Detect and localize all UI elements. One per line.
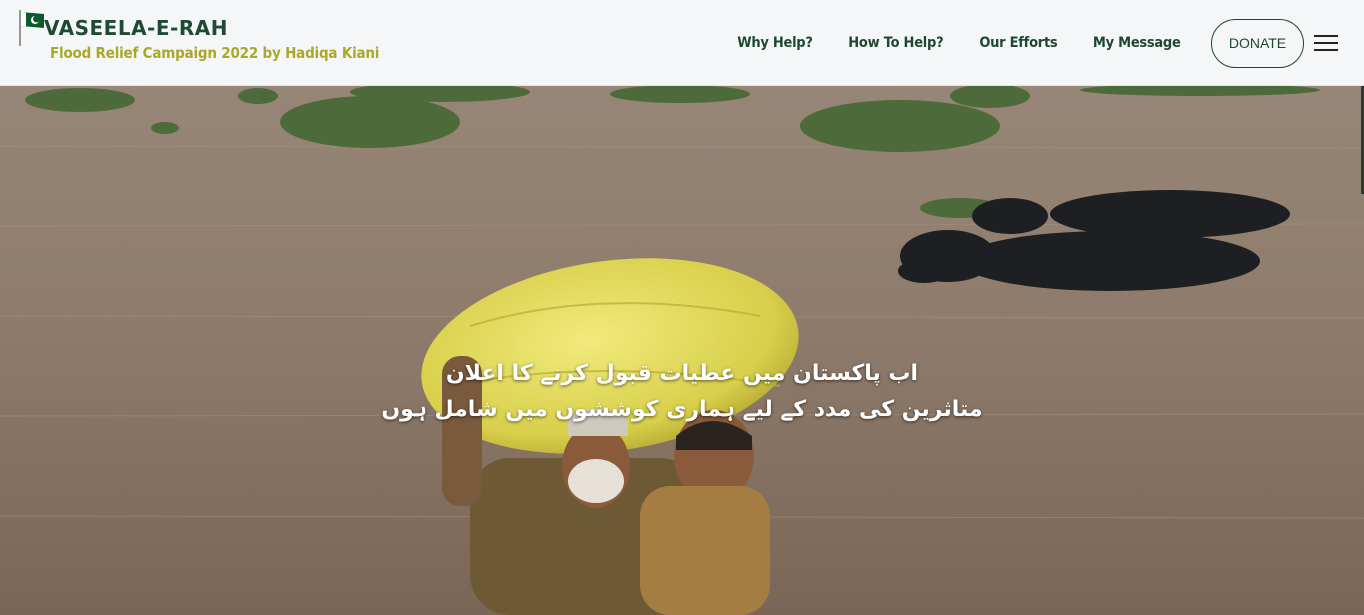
nav-links: Why Help? How To Help? Our Efforts My Me… xyxy=(733,0,1364,86)
brand-name: VASEELA-E-RAH xyxy=(44,16,228,40)
nav-link-my-message[interactable]: My Message xyxy=(1092,35,1180,51)
brand[interactable]: VASEELA-E-RAH Flood Relief Campaign 2022… xyxy=(16,6,396,76)
hero-flood-image xyxy=(0,86,1364,615)
hero-banner: اب پاکستان میں عطیات قبول کرنے کا اعلان … xyxy=(0,86,1364,615)
donate-button[interactable]: DONATE xyxy=(1211,18,1304,68)
hero-line-1: اب پاکستان میں عطیات قبول کرنے کا اعلان xyxy=(445,361,919,386)
pakistan-flag-icon xyxy=(19,10,44,46)
navbar: VASEELA-E-RAH Flood Relief Campaign 2022… xyxy=(0,0,1364,86)
nav-link-our-efforts[interactable]: Our Efforts xyxy=(979,35,1057,51)
hero-headline: اب پاکستان میں عطیات قبول کرنے کا اعلان … xyxy=(0,356,1364,428)
brand-tagline: Flood Relief Campaign 2022 by Hadiqa Kia… xyxy=(50,44,380,62)
nav-link-why-help[interactable]: Why Help? xyxy=(737,35,813,51)
hero-line-2: متاثرین کی مدد کے لیے ہماری کوششوں میں ش… xyxy=(381,397,983,422)
nav-link-how-to-help[interactable]: How To Help? xyxy=(848,35,943,51)
hamburger-menu-icon[interactable] xyxy=(1314,34,1338,52)
